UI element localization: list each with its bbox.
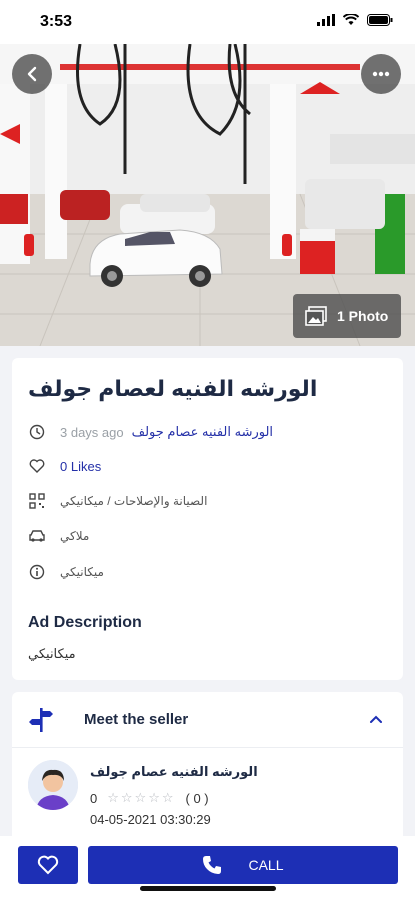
photos-icon [305,306,327,326]
favorite-button[interactable] [18,846,78,884]
rating-value: 0 [90,790,98,806]
seller-section-header[interactable]: Meet the seller [12,692,403,748]
listing-photo[interactable]: 1 Photo [0,44,415,346]
likes-row[interactable]: 0 Likes [28,454,101,478]
qr-category-icon [28,492,46,510]
car-icon [28,527,46,545]
signal-icon [317,14,335,26]
seller-card: Meet the seller الورشه الفنيه عصام جولف … [12,692,403,842]
heart-icon [37,855,59,875]
rating-stars: ☆☆☆☆☆ [107,790,176,805]
ad-description-heading: Ad Description [28,614,142,631]
ad-description-text: ميكانيكي [28,646,76,661]
more-dots-icon [372,71,390,77]
chevron-up-icon[interactable] [369,714,383,724]
signpost-icon [29,708,53,732]
posted-ago: 3 days ago [60,424,124,440]
info-icon [28,563,46,581]
back-arrow-icon [27,66,37,82]
battery-icon [367,14,393,26]
meet-seller-label: Meet the seller [84,711,189,728]
posted-row: 3 days ago الورشه الفنيه عصام جولف [28,420,273,444]
phone-icon [203,856,222,874]
seller-name[interactable]: الورشه الفنيه عصام جولف [90,764,258,780]
more-options-button[interactable] [361,54,401,94]
specialty-row: ميكانيكي [28,560,104,584]
call-button[interactable]: CALL [88,846,398,884]
poster-link[interactable]: الورشه الفنيه عصام جولف [132,424,273,440]
seller-member-date: 04-05-2021 03:30:29 [90,812,211,827]
photo-count-label: 1 Photo [337,308,389,324]
status-bar: 3:53 [0,0,415,44]
listing-details-card: الورشه الفنيه لعصام جولف 3 days ago الور… [12,358,403,680]
listing-title: الورشه الفنيه لعصام جولف [28,376,318,401]
vehicle-text: ملاكي [60,529,90,543]
seller-avatar[interactable] [28,760,78,810]
heart-icon [28,457,46,475]
back-button[interactable] [12,54,52,94]
seller-rating: 0 ☆☆☆☆☆ ( 0 ) [90,790,209,806]
status-icons [317,14,393,26]
clock-icon [28,423,46,441]
person-avatar-icon [28,760,78,810]
category-row: الصيانة والإصلاحات / ميكانيكي [28,489,207,513]
vehicle-row: ملاكي [28,524,89,548]
photo-count-badge[interactable]: 1 Photo [293,294,401,338]
category-text: الصيانة والإصلاحات / ميكانيكي [60,494,208,508]
likes-count: 0 Likes [60,458,102,474]
home-indicator [140,886,276,891]
status-time: 3:53 [40,13,73,30]
specialty-text: ميكانيكي [60,565,104,579]
rating-count: ( 0 ) [185,790,209,806]
call-label: CALL [248,857,284,873]
wifi-icon [343,14,359,25]
